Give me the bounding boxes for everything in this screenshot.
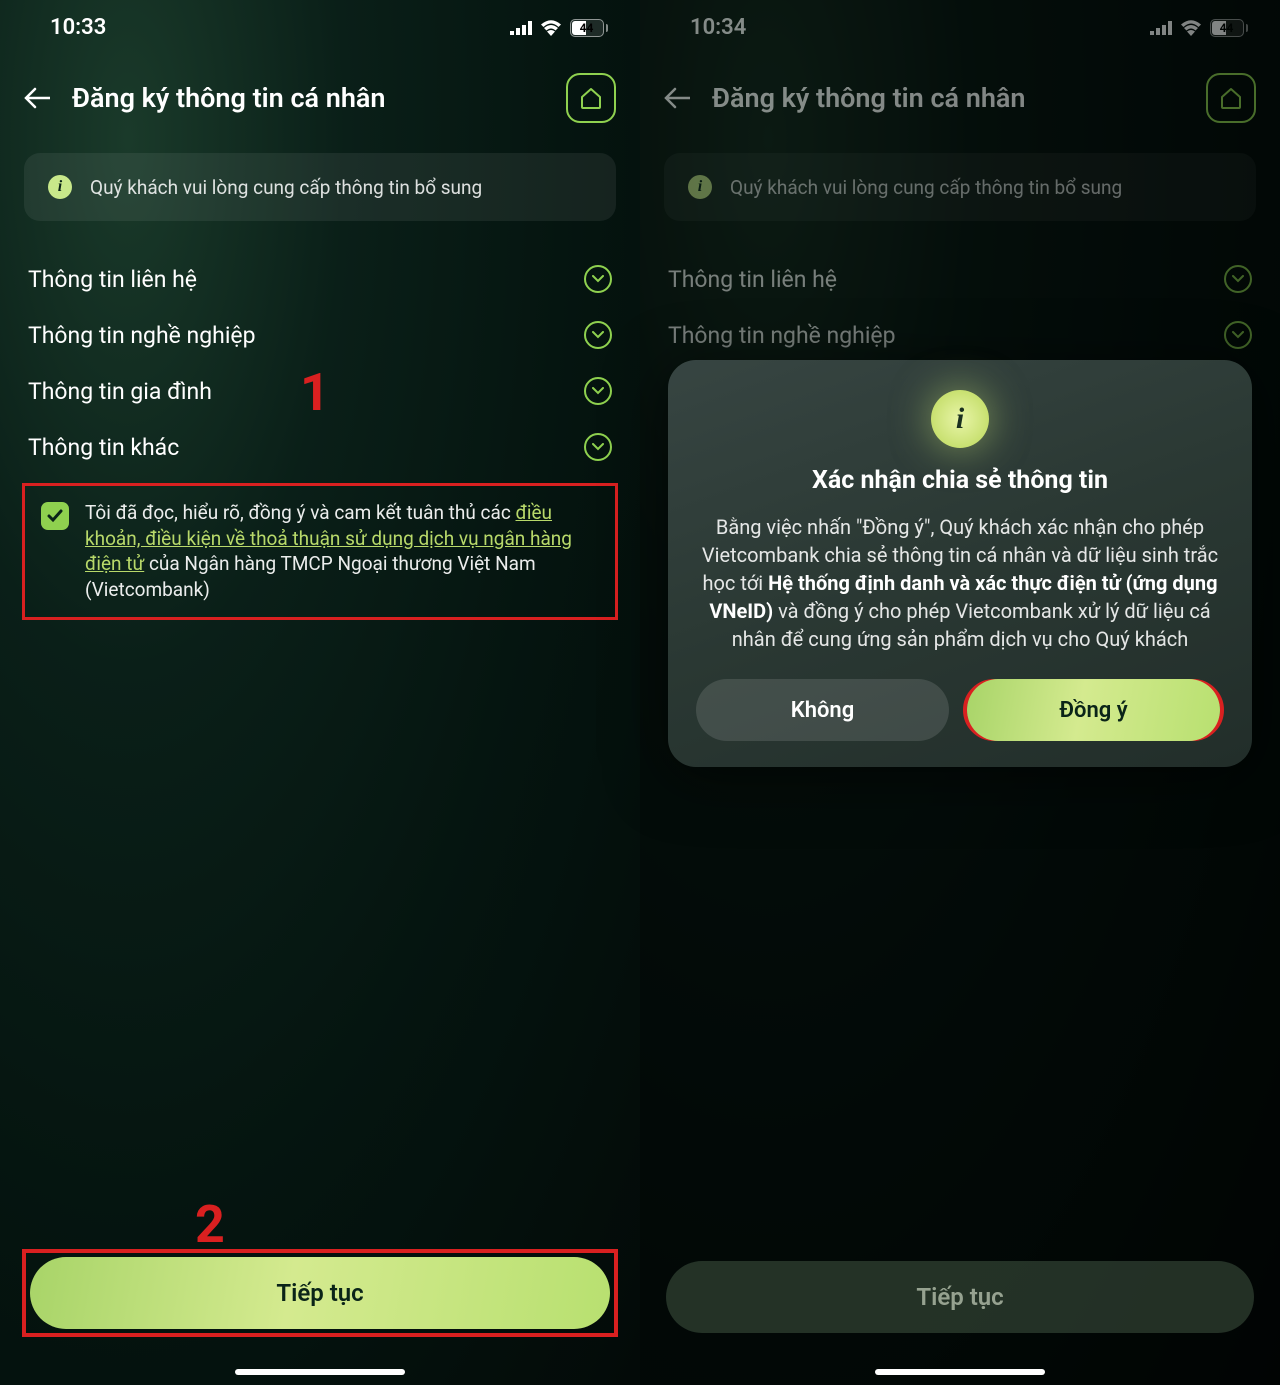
back-arrow-icon[interactable] xyxy=(664,87,694,109)
phone-screen-right: 10:34 44 Đăng ký thông tin cá nhân i Quý… xyxy=(640,0,1280,1385)
cta-wrap: Tiếp tục xyxy=(662,1257,1258,1337)
header: Đăng ký thông tin cá nhân xyxy=(0,55,640,153)
header: Đăng ký thông tin cá nhân xyxy=(640,55,1280,153)
section-label: Thông tin liên hệ xyxy=(668,266,837,293)
section-contact[interactable]: Thông tin liên hệ xyxy=(640,251,1280,307)
section-other[interactable]: Thông tin khác xyxy=(0,419,640,475)
wifi-icon xyxy=(1180,20,1202,36)
info-banner: i Quý khách vui lòng cung cấp thông tin … xyxy=(664,153,1256,221)
info-banner: i Quý khách vui lòng cung cấp thông tin … xyxy=(24,153,616,221)
confirm-modal: i Xác nhận chia sẻ thông tin Bằng việc n… xyxy=(668,360,1252,767)
home-button[interactable] xyxy=(566,73,616,123)
annotation-2: 2 xyxy=(195,1194,225,1255)
status-right: 44 xyxy=(1150,19,1249,37)
consent-text: Tôi đã đọc, hiểu rõ, đồng ý và cam kết t… xyxy=(85,500,599,603)
home-indicator[interactable] xyxy=(875,1369,1045,1375)
page-title: Đăng ký thông tin cá nhân xyxy=(72,82,548,114)
decline-button[interactable]: Không xyxy=(696,679,949,741)
section-label: Thông tin nghề nghiệp xyxy=(668,322,896,349)
info-banner-text: Quý khách vui lòng cung cấp thông tin bổ… xyxy=(730,176,1122,199)
home-indicator[interactable] xyxy=(235,1369,405,1375)
chevron-down-icon xyxy=(1224,265,1252,293)
info-icon: i xyxy=(48,175,72,199)
consent-box: Tôi đã đọc, hiểu rõ, đồng ý và cam kết t… xyxy=(22,483,618,620)
cellular-icon xyxy=(510,21,532,35)
continue-button[interactable]: Tiếp tục xyxy=(30,1257,610,1329)
modal-title: Xác nhận chia sẻ thông tin xyxy=(696,466,1224,495)
status-time: 10:33 xyxy=(50,15,106,40)
battery-icon: 44 xyxy=(1210,19,1249,37)
section-label: Thông tin khác xyxy=(28,434,179,461)
chevron-down-icon xyxy=(1224,321,1252,349)
battery-icon: 44 xyxy=(570,19,609,37)
status-bar: 10:34 44 xyxy=(640,0,1280,55)
page-title: Đăng ký thông tin cá nhân xyxy=(712,82,1188,114)
wifi-icon xyxy=(540,20,562,36)
phone-screen-left: 10:33 44 Đăng ký thông tin cá nhân i Quý… xyxy=(0,0,640,1385)
section-occupation[interactable]: Thông tin nghề nghiệp xyxy=(640,307,1280,363)
section-label: Thông tin nghề nghiệp xyxy=(28,322,256,349)
modal-body: Bằng việc nhấn "Đồng ý", Quý khách xác n… xyxy=(696,513,1224,653)
modal-buttons: Không Đồng ý xyxy=(696,679,1224,741)
continue-button[interactable]: Tiếp tục xyxy=(666,1261,1254,1333)
home-button[interactable] xyxy=(1206,73,1256,123)
chevron-down-icon xyxy=(584,377,612,405)
chevron-down-icon xyxy=(584,265,612,293)
agree-highlight: Đồng ý xyxy=(963,679,1224,741)
back-arrow-icon[interactable] xyxy=(24,87,54,109)
annotation-1: 1 xyxy=(300,362,330,423)
section-label: Thông tin gia đình xyxy=(28,378,212,405)
chevron-down-icon xyxy=(584,321,612,349)
section-contact[interactable]: Thông tin liên hệ xyxy=(0,251,640,307)
info-icon: i xyxy=(931,390,989,448)
status-time: 10:34 xyxy=(690,15,746,40)
status-bar: 10:33 44 xyxy=(0,0,640,55)
info-banner-text: Quý khách vui lòng cung cấp thông tin bổ… xyxy=(90,176,482,199)
consent-checkbox[interactable] xyxy=(41,502,69,530)
section-occupation[interactable]: Thông tin nghề nghiệp xyxy=(0,307,640,363)
chevron-down-icon xyxy=(584,433,612,461)
agree-button[interactable]: Đồng ý xyxy=(967,679,1220,741)
cta-highlight: Tiếp tục xyxy=(22,1249,618,1337)
cellular-icon xyxy=(1150,21,1172,35)
status-right: 44 xyxy=(510,19,609,37)
section-label: Thông tin liên hệ xyxy=(28,266,197,293)
info-icon: i xyxy=(688,175,712,199)
